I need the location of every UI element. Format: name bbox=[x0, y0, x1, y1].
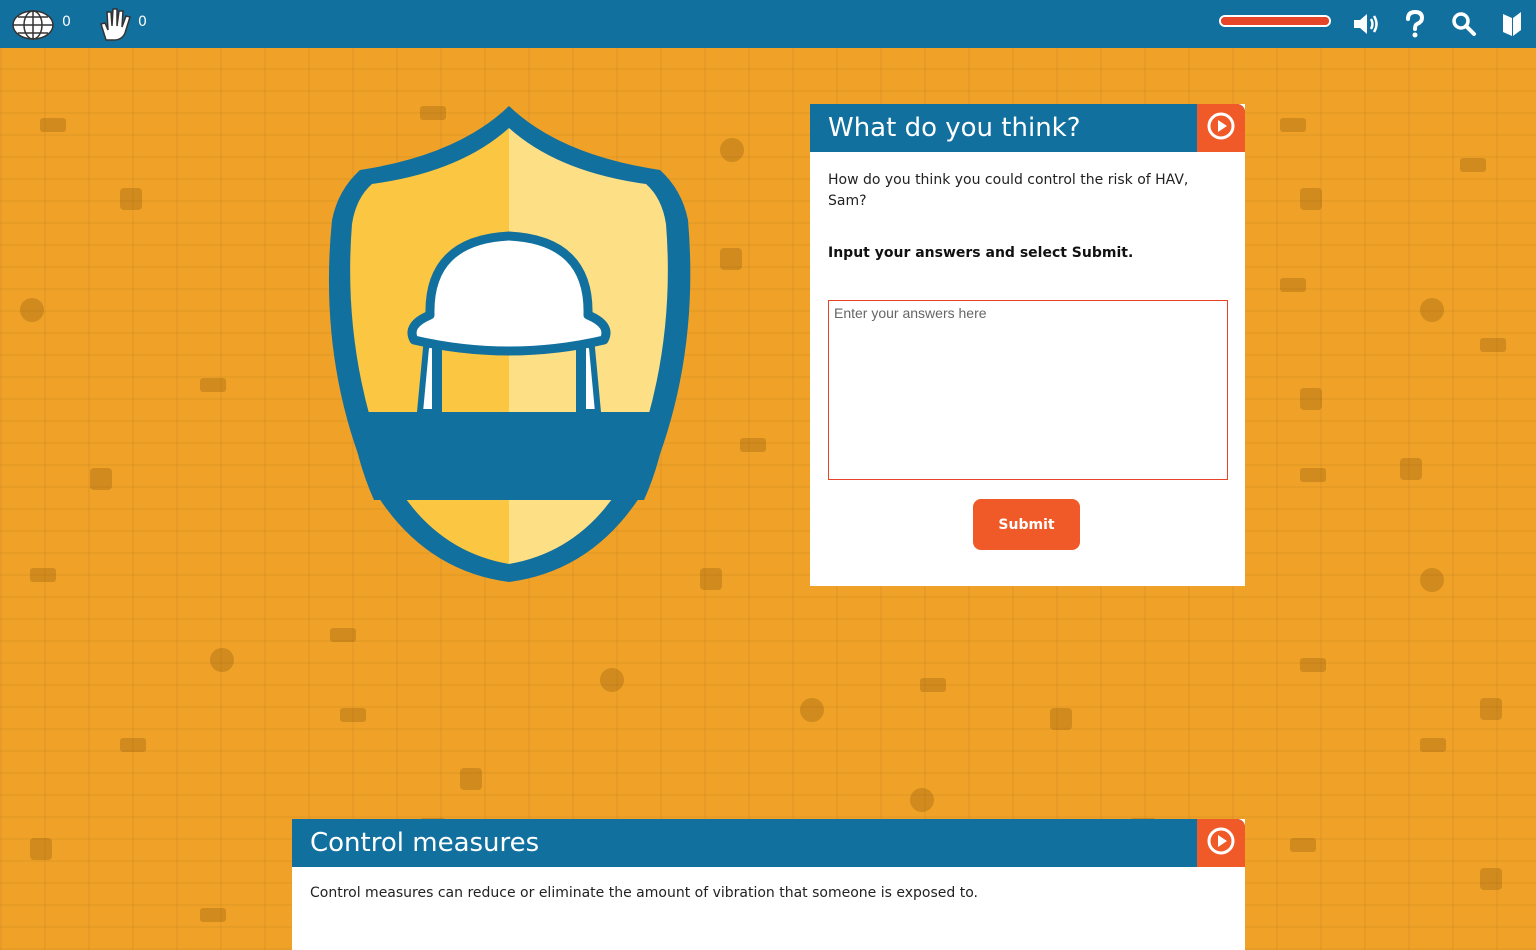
tool-pattern-background bbox=[0, 48, 1536, 950]
hand-count: 0 bbox=[138, 14, 147, 30]
question-panel-title: What do you think? bbox=[828, 113, 1081, 143]
question-text: How do you think you could control the r… bbox=[828, 172, 1189, 209]
submit-button[interactable]: Submit bbox=[973, 499, 1080, 550]
top-bar: 0 0 bbox=[0, 0, 1536, 48]
play-icon bbox=[1206, 111, 1236, 145]
play-audio-button-2[interactable] bbox=[1197, 819, 1245, 867]
question-panel-header: What do you think? bbox=[810, 104, 1245, 152]
book-icon[interactable] bbox=[1497, 9, 1527, 39]
volume-icon[interactable] bbox=[1351, 9, 1381, 39]
hand-counter[interactable]: 0 bbox=[96, 6, 147, 46]
control-panel-title: Control measures bbox=[310, 828, 540, 858]
question-panel: What do you think? How do you think you … bbox=[810, 104, 1245, 586]
progress-bar bbox=[1219, 15, 1331, 27]
globe-counter[interactable]: 0 bbox=[12, 6, 71, 46]
control-measures-panel: Control measures Control measures can re… bbox=[292, 819, 1245, 950]
control-measures-text: Control measures can reduce or eliminate… bbox=[310, 885, 978, 901]
search-icon[interactable] bbox=[1449, 9, 1479, 39]
progress-fill bbox=[1221, 17, 1329, 25]
answer-input[interactable] bbox=[828, 300, 1228, 480]
control-panel-header: Control measures bbox=[292, 819, 1245, 867]
worker-shield-illustration bbox=[300, 100, 720, 594]
globe-icon bbox=[12, 6, 58, 46]
help-icon[interactable] bbox=[1400, 9, 1430, 39]
globe-count: 0 bbox=[62, 14, 71, 30]
hand-icon bbox=[96, 6, 134, 46]
play-audio-button[interactable] bbox=[1197, 104, 1245, 152]
play-icon bbox=[1206, 826, 1236, 860]
instruction-text: Input your answers and select Submit. bbox=[828, 245, 1134, 261]
